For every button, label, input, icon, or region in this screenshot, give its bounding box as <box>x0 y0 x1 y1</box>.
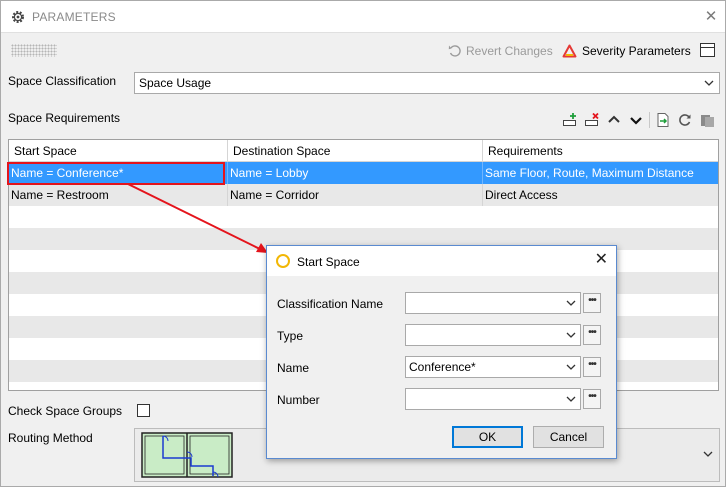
drag-grip[interactable] <box>11 44 57 57</box>
dialog-title-bar: Start Space ✕ <box>267 246 616 276</box>
column-header-start-space[interactable]: Start Space <box>9 140 228 162</box>
cell-requirements[interactable]: Direct Access <box>483 184 718 206</box>
type-select[interactable] <box>405 324 581 346</box>
title-bar: PARAMETERS ✕ <box>1 1 725 33</box>
check-space-groups-checkbox[interactable] <box>137 404 150 417</box>
export-button[interactable] <box>654 111 672 129</box>
export-icon <box>657 113 669 127</box>
add-row-icon <box>563 113 576 126</box>
start-space-icon <box>276 254 290 268</box>
number-label: Number <box>277 393 320 407</box>
chevron-down-icon <box>566 300 576 306</box>
chevron-down-icon <box>566 332 576 338</box>
check-space-groups-label: Check Space Groups <box>8 404 123 418</box>
space-classification-label: Space Classification <box>8 74 117 88</box>
cell-destination-space[interactable]: Name = Lobby <box>228 162 483 184</box>
move-down-icon <box>630 117 642 125</box>
number-select[interactable] <box>405 388 581 410</box>
paste-button[interactable] <box>698 111 716 129</box>
gear-icon <box>12 11 24 23</box>
move-up-button[interactable] <box>605 111 623 129</box>
chevron-down-icon <box>566 396 576 402</box>
ellipsis-icon: ••• <box>588 327 596 338</box>
classification-name-select[interactable] <box>405 292 581 314</box>
column-header-requirements[interactable]: Requirements <box>483 140 718 162</box>
requirements-toolbar <box>561 111 720 129</box>
table-row[interactable]: Name = Restroom Name = Corridor Direct A… <box>9 184 718 206</box>
delete-row-button[interactable] <box>583 111 601 129</box>
chevron-down-icon <box>704 80 714 86</box>
space-classification-select[interactable]: Space Usage <box>134 72 720 94</box>
close-icon[interactable]: ✕ <box>701 7 721 27</box>
close-icon[interactable]: ✕ <box>595 250 608 270</box>
move-down-button[interactable] <box>627 111 645 129</box>
revert-icon <box>448 45 461 57</box>
chevron-down-icon <box>566 364 576 370</box>
column-header-destination-space[interactable]: Destination Space <box>228 140 483 162</box>
start-space-dialog: Start Space ✕ Classification Name ••• Ty… <box>266 245 617 459</box>
ellipsis-icon: ••• <box>588 295 596 306</box>
name-ellipsis-button[interactable]: ••• <box>583 357 601 377</box>
window-title: PARAMETERS <box>32 10 116 24</box>
name-label: Name <box>277 361 310 375</box>
revert-changes-button[interactable]: Revert Changes <box>448 42 553 60</box>
revert-changes-label: Revert Changes <box>466 44 553 58</box>
cell-start-space[interactable]: Name = Restroom <box>9 184 228 206</box>
dialog-title: Start Space <box>297 255 360 269</box>
severity-parameters-button[interactable]: Severity Parameters <box>562 42 691 60</box>
cell-requirements[interactable]: Same Floor, Route, Maximum Distance <box>483 162 718 184</box>
delete-row-icon <box>585 112 599 126</box>
classification-name-label: Classification Name <box>277 297 384 311</box>
toolbar-separator <box>649 112 650 128</box>
refresh-icon <box>679 114 691 126</box>
table-header: Start Space Destination Space Requiremen… <box>9 140 718 162</box>
number-ellipsis-button[interactable]: ••• <box>583 389 601 409</box>
ellipsis-icon: ••• <box>588 359 596 370</box>
routing-method-label: Routing Method <box>8 431 93 445</box>
ok-button[interactable]: OK <box>452 426 523 448</box>
name-select[interactable]: Conference* <box>405 356 581 378</box>
cell-destination-space[interactable]: Name = Corridor <box>228 184 483 206</box>
type-ellipsis-button[interactable]: ••• <box>583 325 601 345</box>
add-row-button[interactable] <box>561 111 579 129</box>
paste-icon <box>701 115 714 127</box>
empty-row <box>9 206 718 228</box>
routing-thumbnail-icon <box>141 432 233 478</box>
severity-triangle-icon <box>562 44 577 58</box>
classification-name-ellipsis-button[interactable]: ••• <box>583 293 601 313</box>
type-label: Type <box>277 329 304 343</box>
annotation-highlight <box>7 162 225 185</box>
space-requirements-label: Space Requirements <box>8 111 121 125</box>
severity-parameters-label: Severity Parameters <box>582 44 691 58</box>
ellipsis-icon: ••• <box>588 391 596 402</box>
move-up-icon <box>608 115 620 123</box>
refresh-button[interactable] <box>676 111 694 129</box>
cancel-button[interactable]: Cancel <box>533 426 604 448</box>
name-value: Conference* <box>409 360 476 374</box>
chevron-down-icon <box>703 451 713 457</box>
space-classification-value: Space Usage <box>139 76 212 90</box>
panel-icon[interactable] <box>700 43 715 57</box>
